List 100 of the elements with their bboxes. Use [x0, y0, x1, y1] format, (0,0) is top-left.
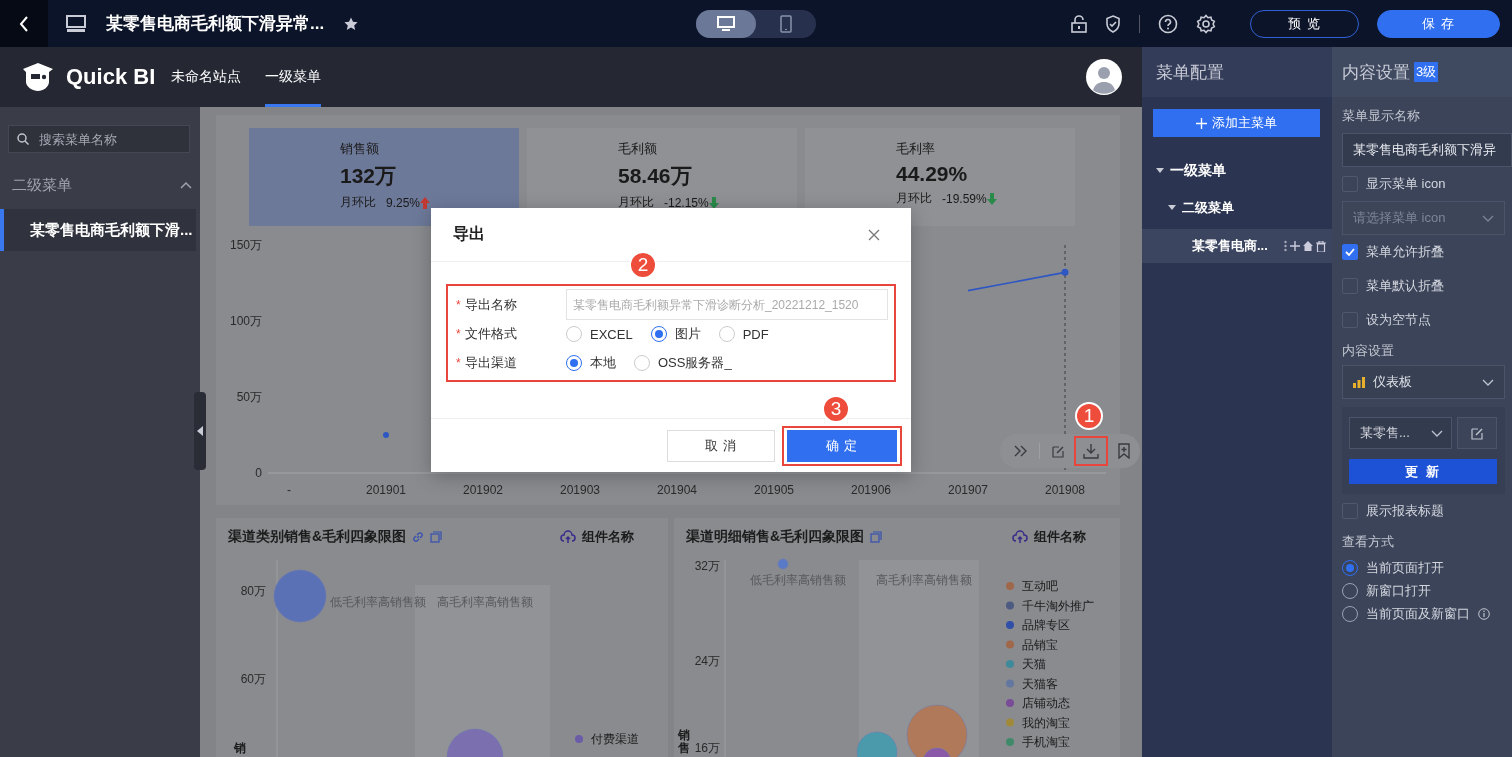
plus-icon	[1196, 117, 1207, 129]
radio-option[interactable]: 当前页面及新窗口	[1342, 602, 1490, 625]
tree-item[interactable]: 某零售电商...	[1142, 229, 1332, 263]
star-icon[interactable]	[344, 16, 359, 31]
checkbox-option[interactable]: 设为空节点	[1342, 303, 1431, 337]
shield-check-icon[interactable]	[1105, 14, 1121, 33]
menu-name-input[interactable]: 某零售电商毛利额下滑异	[1342, 133, 1512, 167]
legend-label: 品销宝	[1022, 637, 1058, 652]
trash-icon[interactable]	[1316, 240, 1326, 252]
plus-icon[interactable]	[1290, 241, 1300, 251]
cloud-icon	[560, 530, 576, 544]
bar-chart-icon	[1353, 376, 1365, 388]
kpi-label: 毛利额	[618, 140, 658, 158]
axis-tick-label: 150万	[229, 238, 262, 252]
menu-group[interactable]: 二级菜单	[0, 171, 200, 199]
compare-label: 月环比	[340, 194, 376, 211]
axis-tick-label: 100万	[229, 314, 262, 328]
axis-tick-label: 201908	[1045, 483, 1085, 497]
kpi-value: 44.29%	[896, 162, 969, 186]
settings-icon[interactable]	[1196, 13, 1216, 34]
axis-tick-label: 201907	[948, 483, 988, 497]
checkbox-option[interactable]: 显示菜单 icon	[1342, 167, 1446, 201]
kpi-value: 58.46万	[618, 163, 693, 189]
add-menu-button[interactable]: 添加主菜单	[1153, 109, 1320, 137]
search-field[interactable]: 搜索菜单名称	[8, 125, 190, 153]
checkbox[interactable]	[1342, 244, 1358, 260]
radio-option[interactable]: EXCEL	[566, 326, 633, 343]
axis-title: 销	[234, 741, 246, 755]
step-marker: 3	[822, 395, 850, 423]
required-mark: *	[456, 297, 461, 312]
axis-tick-label: 0	[255, 466, 262, 480]
axis-tick-label: 32万	[694, 559, 720, 573]
tree-item[interactable]: 一级菜单	[1142, 151, 1332, 191]
checkbox-option[interactable]: 菜单允许折叠	[1342, 235, 1444, 269]
radio-option[interactable]: PDF	[718, 326, 769, 343]
confirm-button[interactable]: 确 定	[787, 429, 897, 462]
bubble	[446, 728, 504, 757]
kpi-value: 132万	[340, 163, 398, 189]
legend-label: 手机淘宝	[1022, 735, 1070, 749]
required-mark: *	[456, 327, 461, 342]
cloud-icon	[1012, 530, 1028, 544]
component-label: 组件名称	[582, 528, 634, 546]
radio-option[interactable]: OSS服务器_	[634, 353, 732, 372]
field-label: 文件格式	[464, 326, 517, 342]
brand-name: Quick BI	[66, 64, 156, 90]
name-input[interactable]: 某零售电商毛利额异常下滑诊断分析_20221212_1520	[566, 289, 888, 320]
content-type-select[interactable]: 仪表板	[1342, 365, 1505, 399]
legend-label: 付费渠道	[591, 732, 639, 746]
field-label: 导出名称	[464, 296, 517, 312]
legend-label: 天猫	[1022, 657, 1046, 671]
avatar-icon[interactable]	[1086, 59, 1122, 95]
checkbox-option[interactable]: 展示报表标题	[1342, 494, 1444, 528]
checkbox-option[interactable]: 菜单默认折叠	[1342, 269, 1444, 303]
menu-group-label: 二级菜单	[12, 175, 72, 195]
double-chevron-icon	[1014, 445, 1028, 457]
bubble	[856, 731, 898, 757]
required-mark: *	[456, 355, 461, 370]
compare-value: 9.25%	[386, 195, 421, 210]
collapse-handle[interactable]	[194, 392, 206, 470]
bookmark-icon	[1118, 443, 1130, 459]
edit-button[interactable]	[1457, 417, 1497, 449]
help-icon[interactable]	[1158, 13, 1178, 34]
link-icon[interactable]	[412, 531, 425, 543]
axis-tick-label: 201902	[463, 483, 503, 497]
chevron-down-icon	[1482, 378, 1494, 386]
save-button[interactable]: 保 存	[1377, 9, 1500, 38]
search-icon	[17, 133, 29, 145]
lock-icon[interactable]	[1071, 14, 1087, 33]
bubble	[777, 558, 789, 570]
update-button[interactable]: 更 新	[1349, 459, 1497, 484]
axis-tick-label: 60万	[240, 672, 266, 686]
home-icon[interactable]	[1303, 241, 1313, 251]
copy-icon[interactable]	[870, 531, 883, 543]
component-label: 组件名称	[1034, 528, 1086, 546]
report-select[interactable]: 某零售...	[1349, 417, 1452, 449]
radio-option[interactable]: 本地	[566, 353, 616, 372]
radio-option[interactable]: 当前页面打开	[1342, 556, 1444, 579]
cancel-button[interactable]: 取 消	[667, 429, 775, 462]
kpi-label: 销售额	[340, 140, 380, 158]
panel-title: 菜单配置	[1142, 47, 1332, 97]
menu-item[interactable]: 某零售电商毛利额下滑...	[0, 209, 196, 251]
radio-option[interactable]: 图片	[650, 325, 701, 344]
tree-item[interactable]: 二级菜单	[1142, 191, 1332, 225]
caret-left-icon	[197, 426, 203, 436]
axis-tick-label: 201904	[657, 483, 697, 497]
field-label: 导出渠道	[464, 354, 517, 370]
compare-label: 月环比	[896, 190, 932, 207]
back-button[interactable]	[0, 0, 48, 47]
radio-option[interactable]: 新窗口打开	[1342, 579, 1431, 602]
more-icon[interactable]	[1284, 240, 1287, 252]
phone-icon	[780, 14, 792, 33]
copy-icon[interactable]	[430, 531, 443, 543]
chart-title: 渠道类别销售&毛利四象限图	[228, 528, 407, 546]
edit-icon	[1051, 444, 1065, 458]
compare-value: -12.15%	[664, 195, 709, 210]
chevron-down-icon	[1482, 214, 1494, 222]
desktop-view-button[interactable]	[696, 9, 756, 38]
monitor-icon	[717, 15, 735, 32]
compare-value: -19.59%	[942, 191, 987, 206]
step-marker: 2	[629, 251, 657, 279]
